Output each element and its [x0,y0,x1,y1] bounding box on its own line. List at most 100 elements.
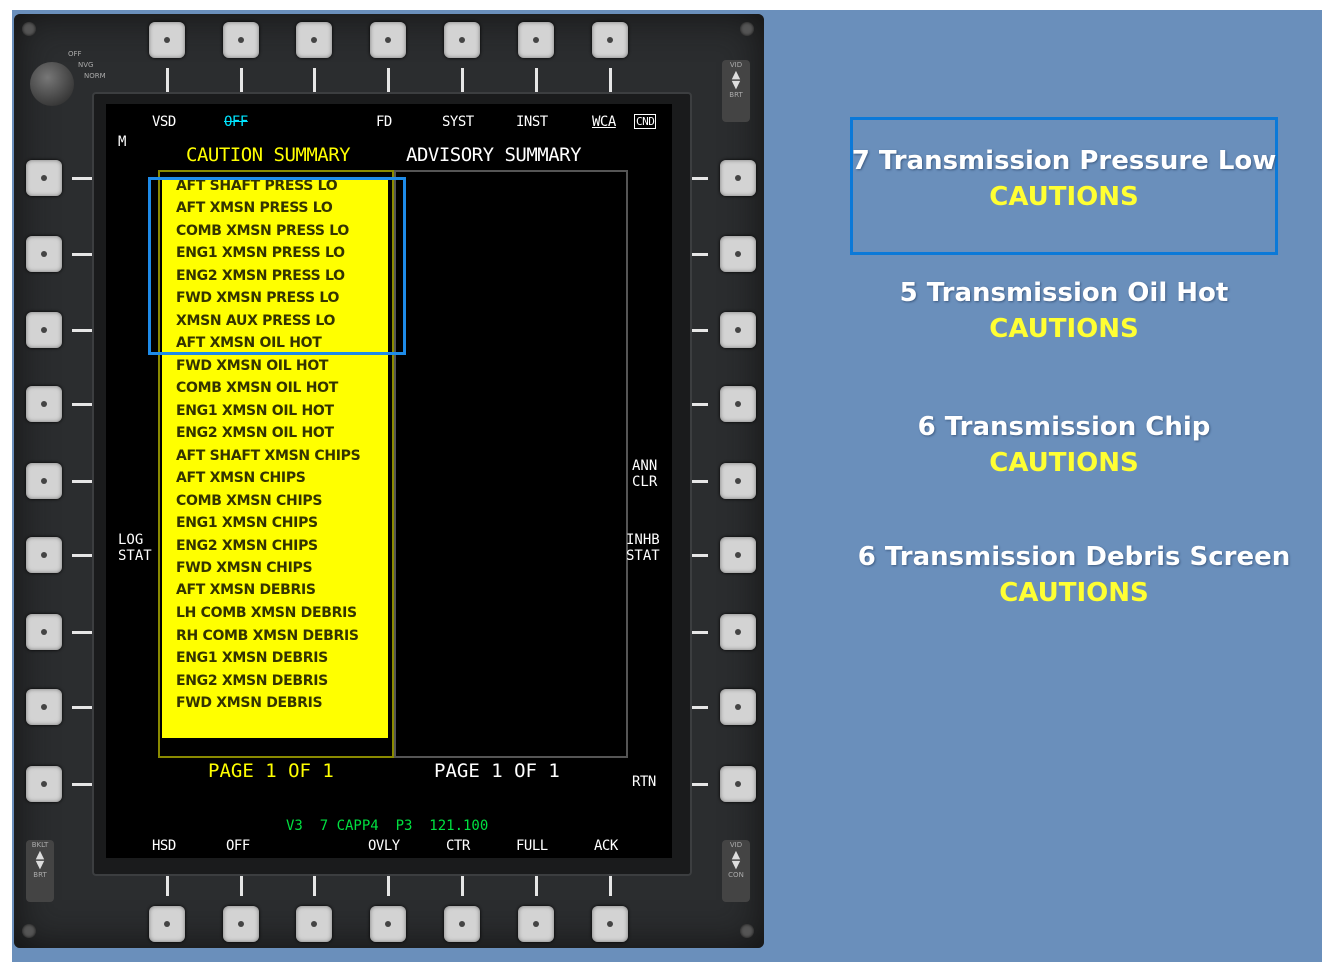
rocker-label-brt: BRT [33,871,47,879]
rocker-down-arrow-icon: ▼ [731,858,741,871]
callout-chip: 6 Transmission Chip CAUTIONS [850,412,1278,478]
callout-subtitle: CAUTIONS [999,578,1149,608]
inhb-label: INHB [626,532,660,548]
rocker-label-brt: BRT [729,91,743,99]
top-bezel-button-1[interactable] [149,22,185,58]
top-bezel-button-2[interactable] [223,22,259,58]
bottom-label-off: OFF [226,838,250,854]
callout-subtitle: CAUTIONS [989,314,1139,344]
caution-item: COMB XMSN OIL HOT [176,380,339,396]
callout-title: 5 Transmission Oil Hot [899,278,1229,308]
left-bezel-button-6[interactable] [26,537,62,573]
power-knob[interactable] [30,62,74,106]
ann-label: ANN [632,458,658,474]
bottom-bezel-button-4[interactable] [370,906,406,942]
screw [22,22,36,36]
rocker-down-arrow-icon: ▼ [731,78,741,91]
caution-item: ENG2 XMSN CHIPS [176,538,318,554]
caution-item: LH COMB XMSN DEBRIS [176,605,357,621]
bottom-label-full: FULL [516,838,548,854]
callout-title: 6 Transmission Debris Screen [857,542,1291,572]
caution-item: COMB XMSN CHIPS [176,493,323,509]
clr-label: CLR [632,474,658,490]
callout-title: 6 Transmission Chip [917,412,1211,442]
caution-summary-title: CAUTION SUMMARY [186,144,351,166]
top-label-syst: SYST [442,114,474,130]
top-label-cnd: CND [634,114,657,129]
screw [740,924,754,938]
backlight-brightness-rocker[interactable]: BKLT ▲ ▼ BRT [26,840,54,902]
left-bezel-button-1[interactable] [26,160,62,196]
right-bezel-button-2[interactable] [720,236,756,272]
caution-item: ENG1 XMSN CHIPS [176,515,318,531]
caution-item: RH COMB XMSN DEBRIS [176,628,359,644]
right-bezel-button-9[interactable] [720,766,756,802]
rtn-label: RTN [632,774,656,790]
ann-clr-label: ANN CLR [632,458,657,490]
bottom-label-ovly: OVLY [368,838,400,854]
right-bezel-button-8[interactable] [720,689,756,725]
right-bezel-button-5[interactable] [720,463,756,499]
right-bezel-button-7[interactable] [720,614,756,650]
left-bezel-button-3[interactable] [26,312,62,348]
rocker-down-arrow-icon: ▼ [35,858,45,871]
screw [740,22,754,36]
left-bezel-button-2[interactable] [26,236,62,272]
callout-title: 7 Transmission Pressure Low [851,146,1277,176]
caution-item: AFT XMSN CHIPS [176,470,306,486]
caution-item: ENG2 XMSN DEBRIS [176,673,328,689]
caution-item: AFT SHAFT XMSN CHIPS [176,448,361,464]
left-bezel-button-7[interactable] [26,614,62,650]
right-bezel-button-4[interactable] [720,386,756,422]
stat-label: STAT [626,548,660,564]
right-bezel-button-1[interactable] [720,160,756,196]
bottom-label-ctr: CTR [446,838,470,854]
m-marker: M [118,134,126,150]
stat-label: STAT [118,548,152,564]
status-line: V3 7 CAPP4 P3 121.100 [286,818,489,834]
top-label-fd: FD [376,114,392,130]
top-bezel-button-3[interactable] [296,22,332,58]
top-label-off: OFF [224,114,248,130]
top-label-inst: INST [516,114,548,130]
bottom-bezel-button-3[interactable] [296,906,332,942]
rocker-label-con: CON [728,871,744,879]
caution-page-indicator: PAGE 1 OF 1 [208,760,334,782]
right-bezel-button-6[interactable] [720,537,756,573]
video-contrast-rocker[interactable]: VID ▲ ▼ CON [722,840,750,902]
bottom-bezel-button-1[interactable] [149,906,185,942]
pressure-low-highlight [148,177,406,355]
top-bezel-button-4[interactable] [370,22,406,58]
video-brightness-rocker[interactable]: VID ▲ ▼ BRT [722,60,750,122]
left-bezel-button-8[interactable] [26,689,62,725]
advisory-summary-title: ADVISORY SUMMARY [406,144,582,166]
log-stat-label: LOG STAT [118,532,152,564]
caution-item: ENG2 XMSN OIL HOT [176,425,334,441]
bottom-bezel-button-6[interactable] [518,906,554,942]
bottom-bezel-button-2[interactable] [223,906,259,942]
top-bezel-button-7[interactable] [592,22,628,58]
callout-subtitle: CAUTIONS [989,182,1139,212]
bottom-bezel-button-5[interactable] [444,906,480,942]
left-bezel-button-4[interactable] [26,386,62,422]
top-bezel-button-6[interactable] [518,22,554,58]
top-label-vsd: VSD [152,114,176,130]
caution-item: FWD XMSN CHIPS [176,560,313,576]
advisory-box [394,170,628,758]
caution-item: AFT XMSN DEBRIS [176,582,316,598]
callout-debris-screen: 6 Transmission Debris Screen CAUTIONS [850,542,1298,608]
bottom-label-ack: ACK [594,838,618,854]
inhb-stat-label: INHB STAT [626,532,660,564]
right-bezel-button-3[interactable] [720,312,756,348]
top-bezel-button-5[interactable] [444,22,480,58]
bottom-bezel-button-7[interactable] [592,906,628,942]
advisory-page-indicator: PAGE 1 OF 1 [434,760,560,782]
top-label-wca: WCA [592,114,616,130]
knob-label-norm: NORM [84,72,106,80]
caution-item: FWD XMSN DEBRIS [176,695,323,711]
caution-item: FWD XMSN OIL HOT [176,358,329,374]
left-bezel-button-5[interactable] [26,463,62,499]
knob-label-off: OFF [68,50,82,58]
callout-pressure-low: 7 Transmission Pressure Low CAUTIONS [850,146,1278,212]
left-bezel-button-9[interactable] [26,766,62,802]
